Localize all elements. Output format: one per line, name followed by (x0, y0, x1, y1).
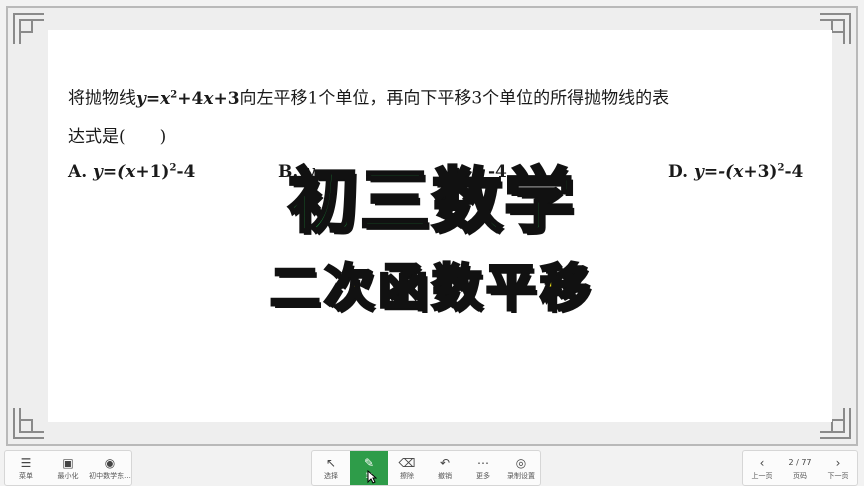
cursor-icon: ↖ (325, 455, 337, 470)
next-page-button[interactable]: › 下一页 (819, 451, 857, 485)
button-label: 录制设置 (507, 471, 535, 480)
button-label: 擦除 (400, 471, 414, 480)
account-button[interactable]: ◉ 初中数学东... (89, 451, 131, 485)
button-label: 最小化 (57, 471, 79, 480)
var-y: y (136, 88, 146, 109)
button-label: 初中数学东... (89, 471, 131, 480)
var-x: x (203, 88, 214, 109)
menu-icon: ☰ (20, 455, 32, 470)
corner-ornament (12, 406, 46, 440)
record-settings-button[interactable]: ◎ 录制设置 (502, 451, 540, 485)
corner-ornament (12, 12, 46, 46)
var-x: x (160, 88, 171, 109)
record-icon: ◎ (515, 455, 527, 470)
more-button[interactable]: ⋯ 更多 (464, 451, 502, 485)
avatar-icon: ◉ (104, 455, 116, 470)
button-label: 菜单 (19, 471, 33, 480)
pager-group: ‹ 上一页 2 / 77 页码 › 下一页 (742, 450, 858, 486)
eraser-icon: ⌫ (398, 455, 416, 470)
overlay-title: 初三数学 (287, 159, 576, 244)
more-icon: ⋯ (477, 455, 489, 470)
minimize-icon: ▣ (62, 455, 74, 470)
question-prefix: 将抛物线 (68, 88, 136, 109)
prev-page-button[interactable]: ‹ 上一页 (743, 451, 781, 485)
overlay-subtitle: 二次函数平移 (269, 258, 594, 319)
undo-button[interactable]: ↶ 撤销 (426, 451, 464, 485)
chevron-right-icon: › (835, 455, 841, 470)
pen-icon: ✎ (363, 455, 375, 470)
menu-button[interactable]: ☰ 菜单 (5, 451, 47, 485)
question-suffix: 向左平移1个单位，再向下平移3个单位的所得抛物线的表 (239, 88, 670, 109)
eq-sign: = (145, 88, 161, 109)
button-label: 选择 (324, 471, 338, 480)
mouse-cursor-icon (367, 470, 377, 484)
bottom-toolbar: ☰ 菜单 ▣ 最小化 ◉ 初中数学东... ↖ 选择 ✎ 笔 ⌫ 擦除 ↶ 撤销 (0, 446, 864, 486)
center-toolbar-group: ↖ 选择 ✎ 笔 ⌫ 擦除 ↶ 撤销 ⋯ 更多 ◎ 录制设置 (311, 450, 541, 486)
button-label: 上一页 (751, 471, 773, 480)
button-label: 撤销 (438, 471, 452, 480)
undo-icon: ↶ (439, 455, 451, 470)
page-indicator[interactable]: 2 / 77 页码 (781, 451, 819, 485)
question-text: 将抛物线y=x2+4x+3向左平移1个单位，再向下平移3个单位的所得抛物线的表 … (68, 76, 818, 156)
button-label: 页码 (793, 471, 807, 480)
chevron-left-icon: ‹ (759, 455, 765, 470)
minimize-button[interactable]: ▣ 最小化 (47, 451, 89, 485)
left-toolbar-group: ☰ 菜单 ▣ 最小化 ◉ 初中数学东... (4, 450, 132, 486)
term: +3 (213, 88, 240, 109)
page-number: 2 / 77 (788, 457, 812, 467)
term: +4 (177, 88, 204, 109)
button-label: 下一页 (827, 471, 849, 480)
select-button[interactable]: ↖ 选择 (312, 451, 350, 485)
question-line2: 达式是( ) (68, 126, 167, 147)
button-label: 更多 (476, 471, 490, 480)
eraser-button[interactable]: ⌫ 擦除 (388, 451, 426, 485)
